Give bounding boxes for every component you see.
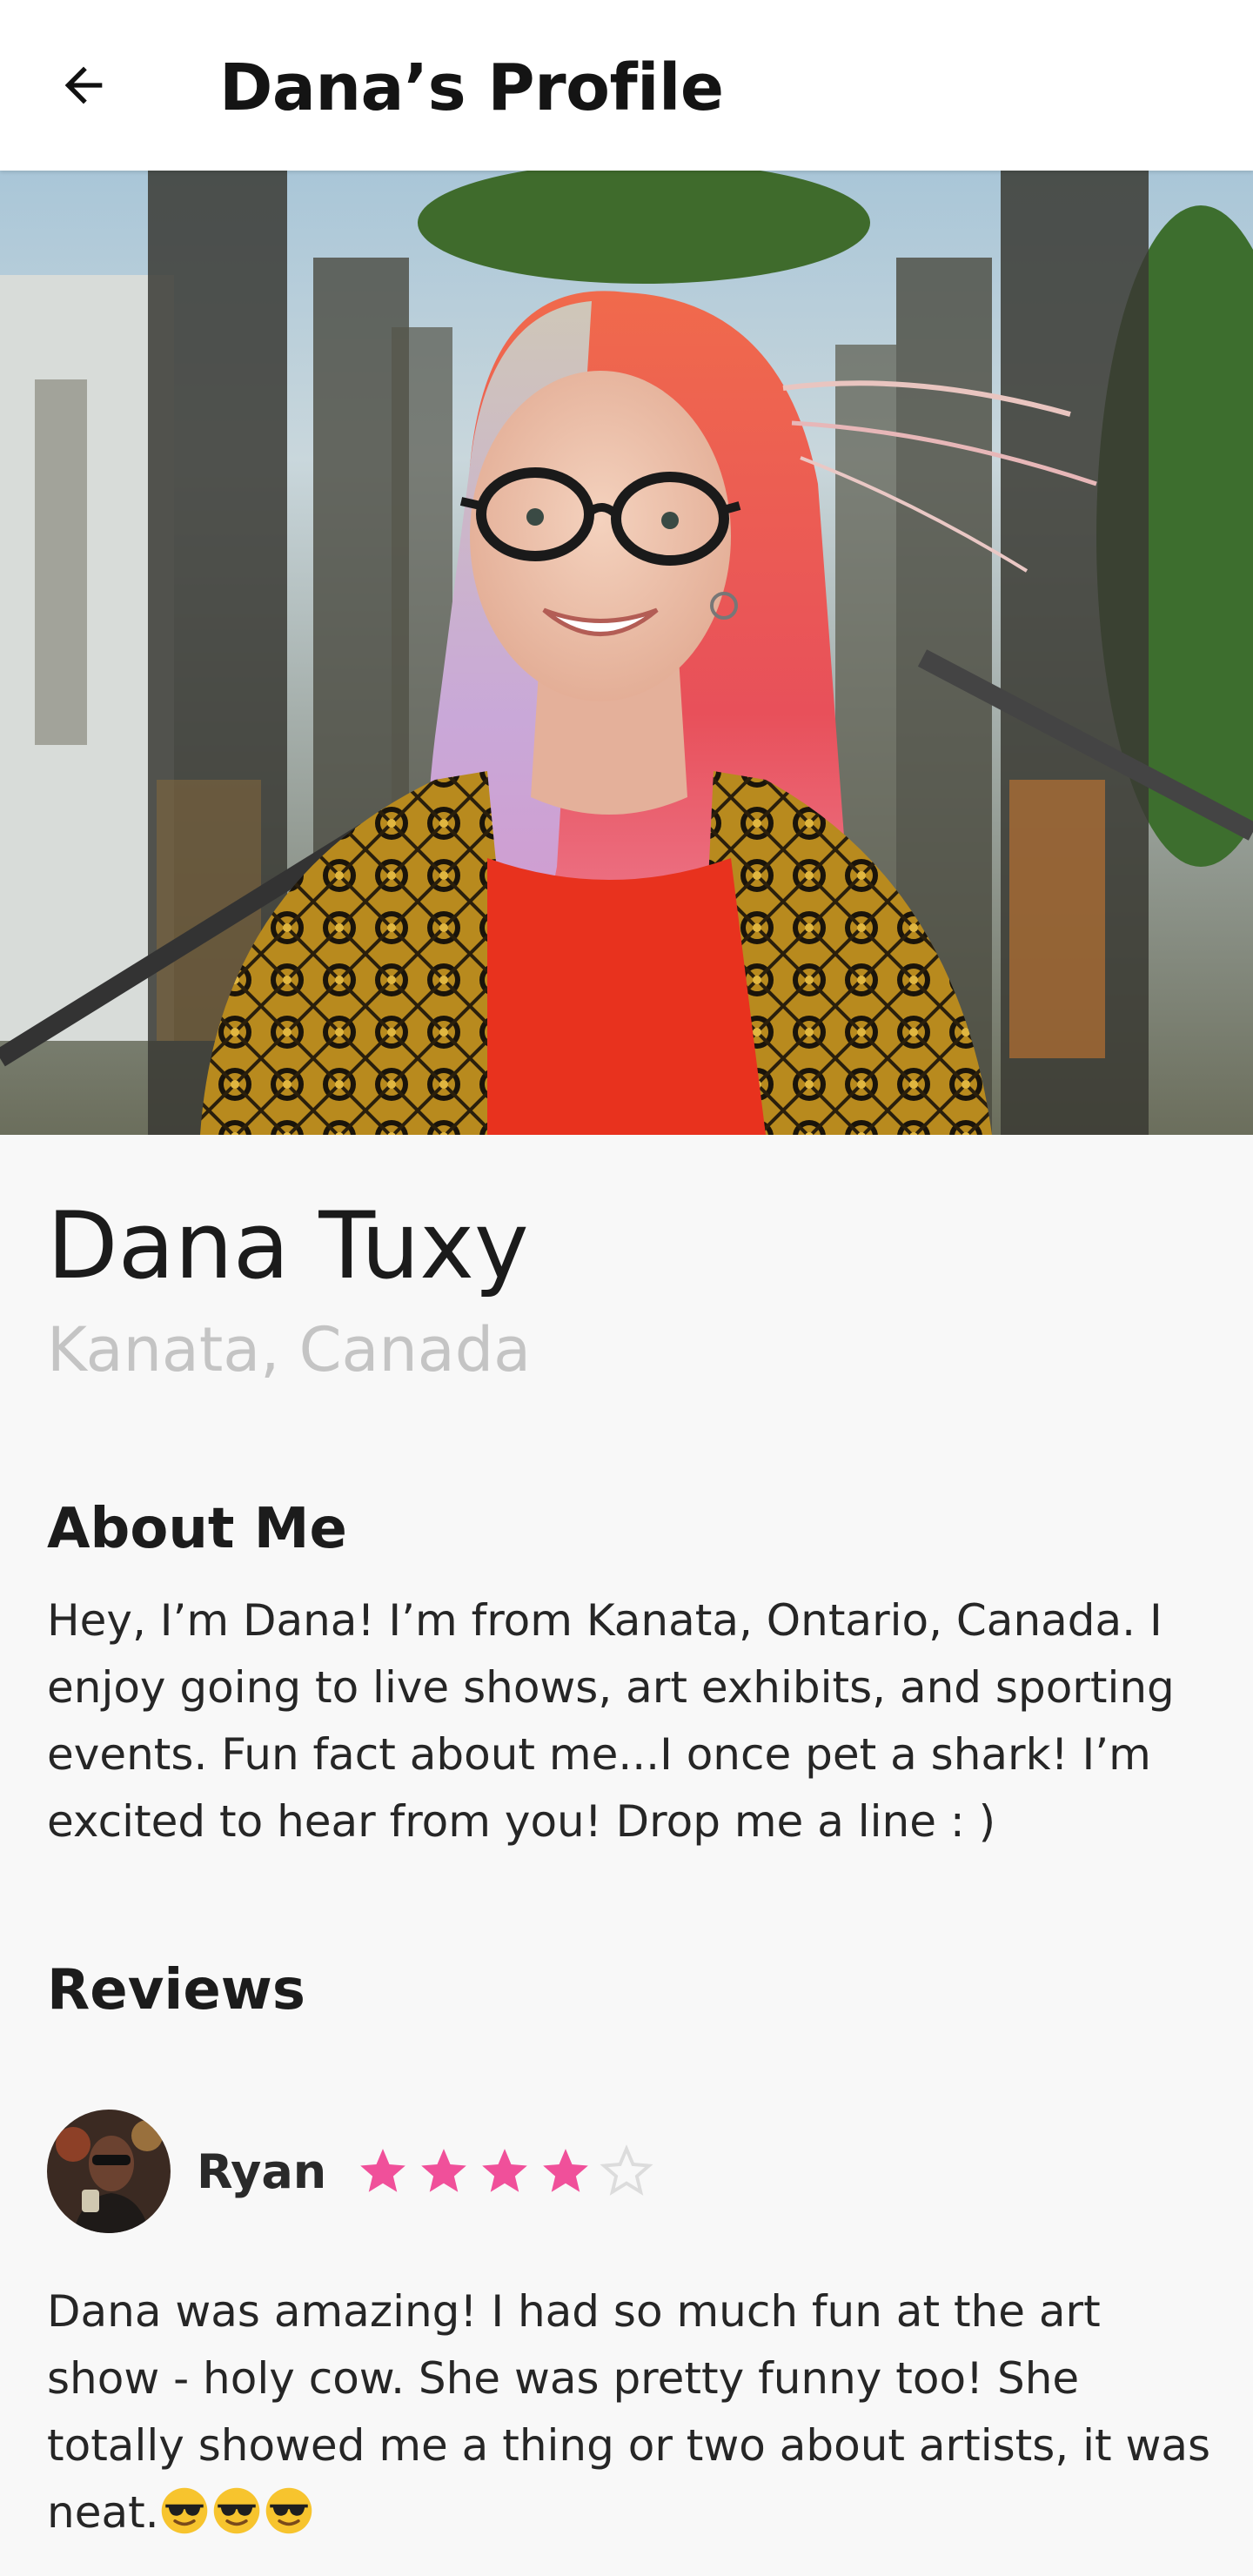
sunglasses-face-icon — [213, 2487, 259, 2534]
review-emojis — [159, 2487, 316, 2538]
about-text: Hey, I’m Dana! I’m from Kanata, Ontario,… — [47, 1595, 1175, 1847]
star-empty-icon — [600, 2144, 653, 2196]
avatar[interactable] — [47, 2110, 171, 2233]
review-header: Ryan — [47, 2110, 660, 2233]
back-button[interactable] — [49, 50, 118, 120]
profile-photo — [0, 171, 1253, 1135]
page-title: Dana’s Profile — [219, 50, 724, 125]
profile-name: Dana Tuxy — [47, 1192, 529, 1299]
sunglasses-face-icon — [161, 2487, 207, 2534]
profile-location: Kanata, Canada — [47, 1314, 532, 1385]
sunglasses-face-icon — [265, 2487, 312, 2534]
about-heading: About Me — [47, 1497, 347, 1561]
reviewer-name: Ryan — [197, 2143, 327, 2199]
arrow-left-icon — [64, 66, 103, 104]
reviews-heading: Reviews — [47, 1958, 305, 2023]
app-bar: Dana’s Profile — [0, 0, 1253, 171]
star-filled-icon — [482, 2149, 528, 2192]
star-filled-icon — [543, 2149, 589, 2192]
star-filled-icon — [421, 2149, 467, 2192]
star-rating — [356, 2144, 660, 2198]
review-text: Dana was amazing! I had so much fun at t… — [47, 2278, 1213, 2546]
star-filled-icon — [360, 2149, 406, 2192]
